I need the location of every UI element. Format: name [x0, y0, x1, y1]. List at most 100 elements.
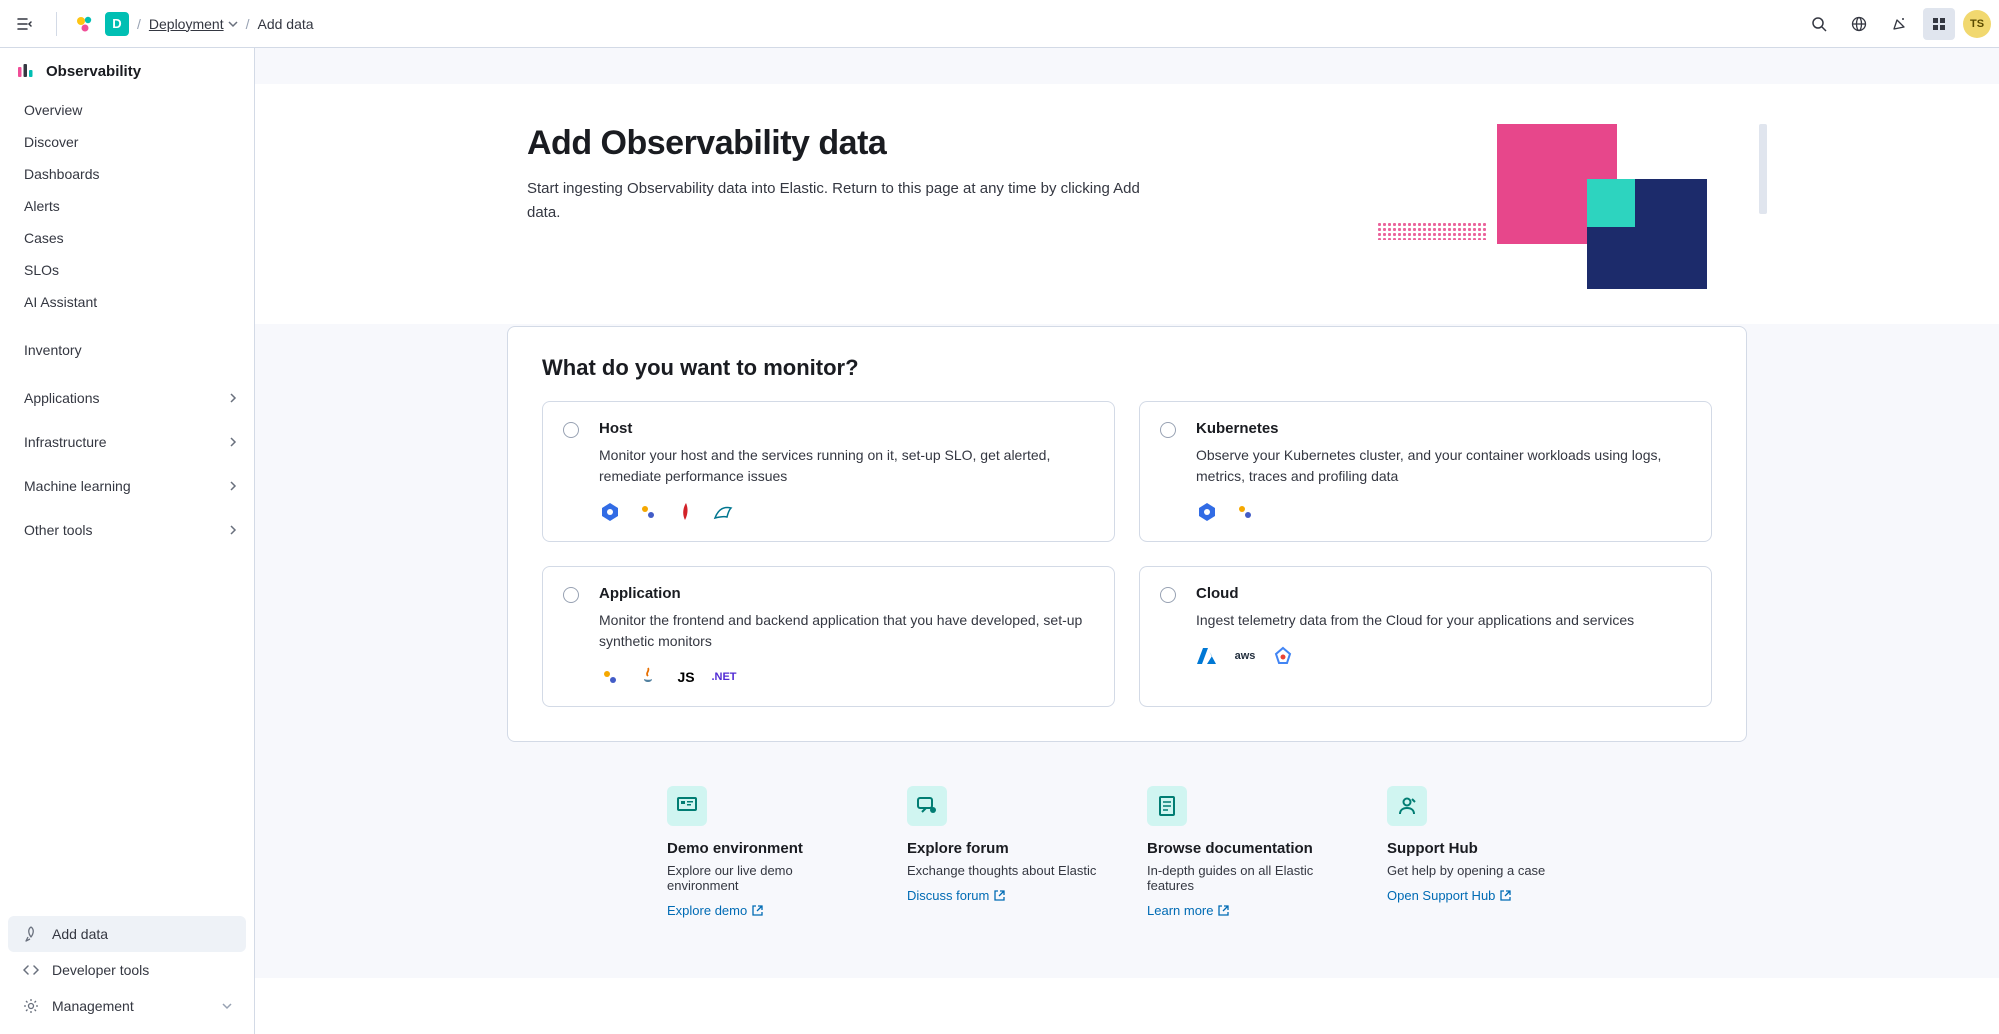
chevron-down-icon	[222, 1001, 232, 1011]
sidebar: Observability Overview Discover Dashboar…	[0, 48, 255, 1034]
sidebar-expandable-items: Applications Infrastructure Machine lear…	[0, 378, 254, 550]
sidebar-item-overview[interactable]: Overview	[0, 94, 254, 126]
page-subtitle: Start ingesting Observability data into …	[527, 177, 1167, 225]
monitor-card-host[interactable]: Host Monitor your host and the services …	[542, 401, 1115, 542]
user-avatar[interactable]: TS	[1963, 10, 1991, 38]
resource-desc: Exchange thoughts about Elastic	[907, 863, 1107, 878]
breadcrumb-separator: /	[137, 16, 141, 32]
sidebar-item-dashboards[interactable]: Dashboards	[0, 158, 254, 190]
space-avatar[interactable]: D	[105, 12, 129, 36]
content-section: What do you want to monitor? Host Monito…	[255, 324, 1999, 978]
popout-icon	[1218, 905, 1229, 916]
resource-demo: Demo environment Explore our live demo e…	[667, 786, 867, 918]
demo-icon	[667, 786, 707, 826]
sidebar-item-applications[interactable]: Applications	[0, 382, 254, 414]
sidebar-footer-add-data[interactable]: Add data	[8, 916, 246, 952]
card-tech-icons	[1196, 501, 1691, 523]
document-icon	[1147, 786, 1187, 826]
resource-desc: In-depth guides on all Elastic features	[1147, 863, 1347, 893]
help-button[interactable]	[1843, 8, 1875, 40]
breadcrumb-current: Add data	[257, 16, 313, 32]
radio-icon	[1160, 422, 1176, 438]
hero-illustration	[1347, 124, 1767, 284]
sidebar-item-other-tools[interactable]: Other tools	[0, 514, 254, 546]
sidebar-footer-label: Add data	[52, 926, 108, 942]
launch-icon	[22, 926, 40, 942]
card-description: Monitor your host and the services runni…	[599, 445, 1094, 487]
monitor-card-kubernetes[interactable]: Kubernetes Observe your Kubernetes clust…	[1139, 401, 1712, 542]
breadcrumb-deployment-link[interactable]: Deployment	[149, 16, 238, 32]
sidebar-footer-label: Developer tools	[52, 962, 149, 978]
breadcrumb-link-text: Deployment	[149, 16, 224, 32]
resource-title: Demo environment	[667, 840, 867, 857]
otel-icon	[599, 666, 621, 688]
nav-collapse-button[interactable]	[8, 8, 40, 40]
chevron-right-icon	[228, 481, 238, 491]
monitor-card-cloud[interactable]: Cloud Ingest telemetry data from the Clo…	[1139, 566, 1712, 707]
search-button[interactable]	[1803, 8, 1835, 40]
resources-row: Demo environment Explore our live demo e…	[507, 786, 1747, 918]
main-content: Add Observability data Start ingesting O…	[255, 48, 1999, 1034]
otel-icon	[637, 501, 659, 523]
sidebar-item-infrastructure[interactable]: Infrastructure	[0, 426, 254, 458]
party-icon	[1891, 16, 1907, 32]
resource-link[interactable]: Explore demo	[667, 903, 867, 918]
sidebar-header[interactable]: Observability	[0, 48, 254, 90]
card-tech-icons	[599, 501, 1094, 523]
resource-docs: Browse documentation In-depth guides on …	[1147, 786, 1347, 918]
sidebar-header-text: Observability	[46, 63, 141, 80]
chevron-right-icon	[228, 437, 238, 447]
newsfeed-button[interactable]	[1883, 8, 1915, 40]
resource-link[interactable]: Learn more	[1147, 903, 1347, 918]
sidebar-item-machine-learning[interactable]: Machine learning	[0, 470, 254, 502]
sidebar-item-ai-assistant[interactable]: AI Assistant	[0, 286, 254, 318]
sidebar-item-inventory[interactable]: Inventory	[0, 334, 254, 366]
resource-title: Browse documentation	[1147, 840, 1347, 857]
breadcrumb-separator: /	[246, 16, 250, 32]
resource-support: Support Hub Get help by opening a case O…	[1387, 786, 1587, 918]
popout-icon	[994, 890, 1005, 901]
monitor-card-application[interactable]: Application Monitor the frontend and bac…	[542, 566, 1115, 707]
observability-icon	[16, 62, 36, 80]
resource-desc: Get help by opening a case	[1387, 863, 1587, 878]
sidebar-footer-management[interactable]: Management	[8, 988, 246, 1024]
azure-icon	[1196, 645, 1218, 667]
globe-icon	[1851, 16, 1867, 32]
sidebar-item-alerts[interactable]: Alerts	[0, 190, 254, 222]
resource-link[interactable]: Discuss forum	[907, 888, 1107, 903]
topbar-right: TS	[1803, 8, 1991, 40]
monitor-heading: What do you want to monitor?	[542, 355, 1712, 381]
kubernetes-icon	[599, 501, 621, 523]
resource-desc: Explore our live demo environment	[667, 863, 867, 893]
card-title: Application	[599, 585, 1094, 602]
dotnet-icon: .NET	[713, 666, 735, 688]
breadcrumb: / Deployment / Add data	[137, 16, 314, 32]
javascript-icon: JS	[675, 666, 697, 688]
sidebar-footer: Add data Developer tools Management	[0, 910, 254, 1034]
card-title: Kubernetes	[1196, 420, 1691, 437]
page-title: Add Observability data	[527, 124, 1167, 163]
radio-icon	[563, 587, 579, 603]
top-gray-strip	[255, 48, 1999, 84]
monitor-card-grid: Host Monitor your host and the services …	[542, 401, 1712, 707]
mysql-icon	[713, 501, 735, 523]
card-title: Host	[599, 420, 1094, 437]
chevron-down-icon	[228, 19, 238, 29]
sidebar-item-discover[interactable]: Discover	[0, 126, 254, 158]
apps-button[interactable]	[1923, 8, 1955, 40]
java-icon	[637, 666, 659, 688]
resource-link[interactable]: Open Support Hub	[1387, 888, 1587, 903]
popout-icon	[1500, 890, 1511, 901]
card-tech-icons: JS .NET	[599, 666, 1094, 688]
sidebar-footer-dev-tools[interactable]: Developer tools	[8, 952, 246, 988]
card-description: Observe your Kubernetes cluster, and you…	[1196, 445, 1691, 487]
elastic-logo-icon[interactable]	[73, 12, 97, 36]
resource-title: Explore forum	[907, 840, 1107, 857]
kubernetes-icon	[1196, 501, 1218, 523]
sidebar-item-cases[interactable]: Cases	[0, 222, 254, 254]
card-tech-icons: aws	[1196, 645, 1691, 667]
radio-icon	[563, 422, 579, 438]
sidebar-item-slos[interactable]: SLOs	[0, 254, 254, 286]
otel-icon	[1234, 501, 1256, 523]
app-layout: Observability Overview Discover Dashboar…	[0, 48, 1999, 1034]
